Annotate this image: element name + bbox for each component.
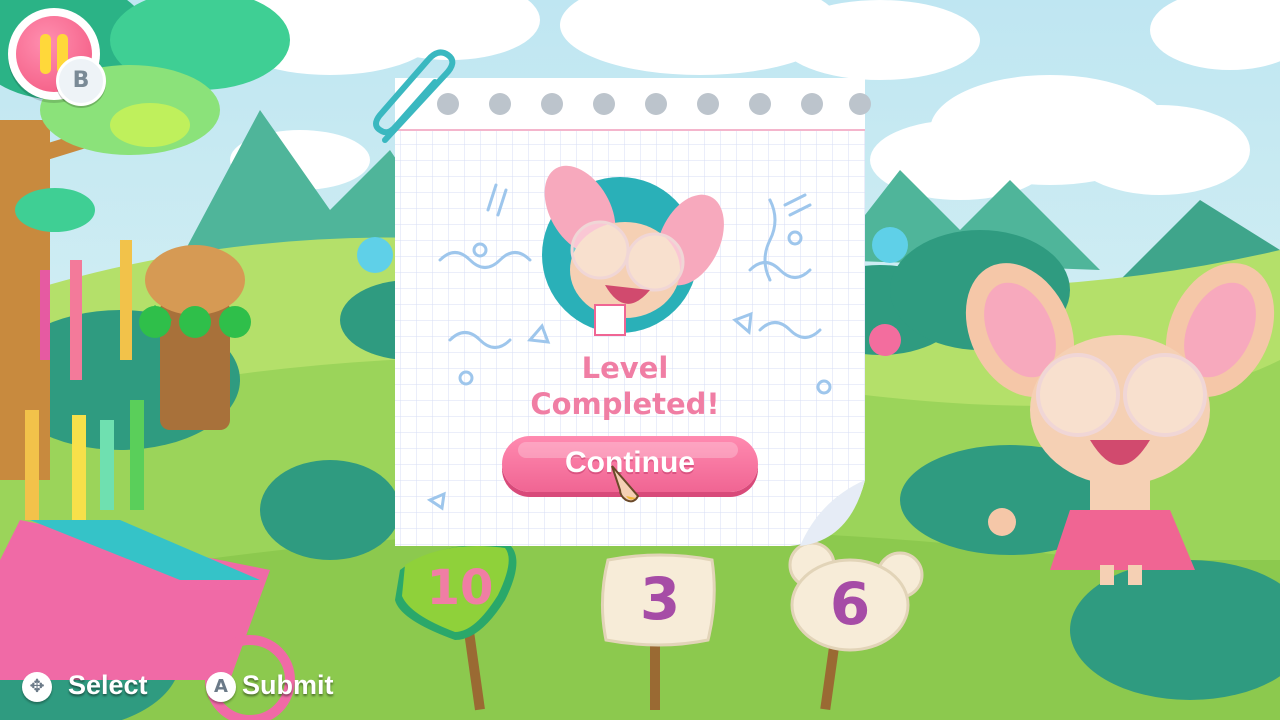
- level-completed-title: Level Completed!: [495, 350, 755, 422]
- a-button-icon: A: [206, 672, 236, 702]
- note-holes: [437, 93, 871, 115]
- sign-number-6[interactable]: 6: [805, 570, 895, 638]
- sign-number-3[interactable]: 3: [615, 565, 705, 633]
- submit-hint: Submit: [242, 670, 334, 700]
- title-line-1: Level: [581, 351, 669, 385]
- b-button-icon: B: [56, 56, 106, 106]
- select-hint: Select: [68, 670, 148, 700]
- title-line-2: Completed!: [530, 387, 720, 421]
- pointer-cursor-icon: [611, 465, 640, 503]
- sign-number-10[interactable]: 10: [415, 560, 505, 616]
- dpad-icon: ✥: [22, 672, 52, 702]
